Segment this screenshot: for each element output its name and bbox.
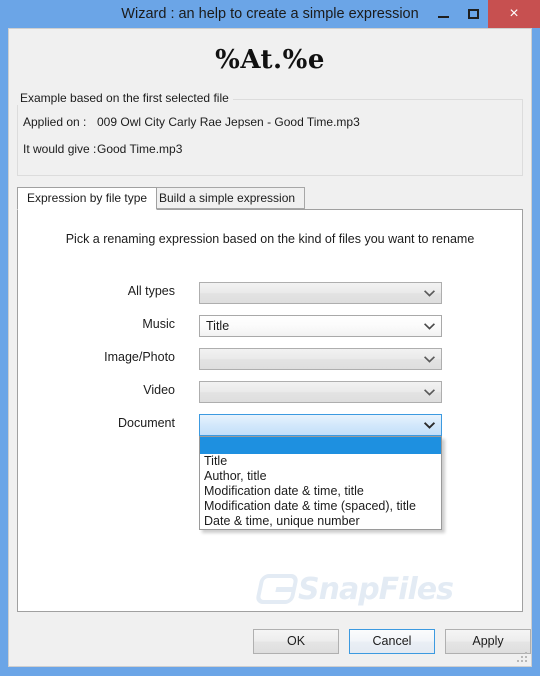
combo-document-value: [206, 415, 419, 435]
label-all-types: All types: [127, 284, 175, 298]
row-music: Music Title: [18, 315, 522, 337]
wizard-window: Wizard : an help to create a simple expr…: [0, 0, 540, 676]
label-document: Document: [118, 416, 175, 430]
dialog-client-area: %At.%e Example based on the first select…: [8, 28, 532, 667]
chevron-down-icon: [424, 349, 435, 369]
chevron-down-icon: [424, 316, 435, 336]
combo-video[interactable]: [199, 381, 442, 403]
resize-grip[interactable]: [517, 652, 528, 663]
row-image-photo: Image/Photo: [18, 348, 522, 370]
chevron-down-icon: [424, 415, 435, 435]
tab-expression-by-file-type[interactable]: Expression by file type: [17, 187, 158, 210]
close-icon: ×: [509, 5, 519, 22]
label-image-photo: Image/Photo: [104, 350, 175, 364]
row-document: Document Title Author, title Modificatio…: [18, 414, 522, 530]
tab-strip: Expression by file type Build a simple e…: [17, 187, 523, 210]
maximize-button[interactable]: [458, 0, 488, 28]
would-give-value: Good Time.mp3: [97, 142, 183, 156]
maximize-icon: [458, 0, 488, 28]
snapfiles-watermark-text: SnapFiles: [298, 572, 454, 607]
row-video: Video: [18, 381, 522, 403]
example-groupbox: [17, 99, 523, 176]
example-groupbox-legend: Example based on the first selected file: [17, 91, 233, 105]
apply-button[interactable]: Apply: [445, 629, 531, 654]
dropdown-option-blank[interactable]: [200, 437, 441, 454]
panel-hint: Pick a renaming expression based on the …: [65, 232, 475, 246]
combo-music-value: Title: [206, 319, 230, 333]
chevron-down-icon: [424, 283, 435, 303]
label-music: Music: [142, 317, 175, 331]
combo-all-types-value: [206, 283, 419, 303]
snapfiles-logo-icon: [254, 574, 300, 604]
ok-button[interactable]: OK: [253, 629, 339, 654]
applied-on-label: Applied on :: [23, 115, 87, 129]
dropdown-option-date-unique-number[interactable]: Date & time, unique number: [200, 514, 441, 529]
dropdown-option-moddate-title[interactable]: Modification date & time, title: [200, 484, 441, 499]
minimize-button[interactable]: [428, 0, 458, 28]
minimize-icon: [428, 0, 458, 28]
applied-on-value: 009 Owl City Carly Rae Jepsen - Good Tim…: [97, 115, 360, 129]
dropdown-option-moddate-spaced-title[interactable]: Modification date & time (spaced), title: [200, 499, 441, 514]
expression-headline: %At.%e: [215, 45, 325, 75]
combo-video-value: [206, 382, 419, 402]
label-video: Video: [143, 383, 175, 397]
would-give-label: It would give :: [23, 142, 97, 156]
combo-document-dropdown-list[interactable]: Title Author, title Modification date & …: [199, 436, 442, 530]
cancel-button[interactable]: Cancel: [349, 629, 435, 654]
combo-image-photo-value: [206, 349, 419, 369]
dropdown-option-author-title[interactable]: Author, title: [200, 469, 441, 484]
title-bar: Wizard : an help to create a simple expr…: [0, 0, 540, 28]
combo-document[interactable]: [199, 414, 442, 436]
chevron-down-icon: [424, 382, 435, 402]
snapfiles-watermark: SnapFiles: [254, 568, 488, 618]
tab-build-a-simple-expression[interactable]: Build a simple expression: [149, 187, 306, 209]
combo-music[interactable]: Title: [199, 315, 442, 337]
tab-panel: Pick a renaming expression based on the …: [17, 209, 523, 612]
close-button[interactable]: ×: [488, 0, 540, 28]
row-all-types: All types: [18, 282, 522, 304]
combo-image-photo[interactable]: [199, 348, 442, 370]
combo-all-types[interactable]: [199, 282, 442, 304]
dropdown-option-title[interactable]: Title: [200, 454, 441, 469]
